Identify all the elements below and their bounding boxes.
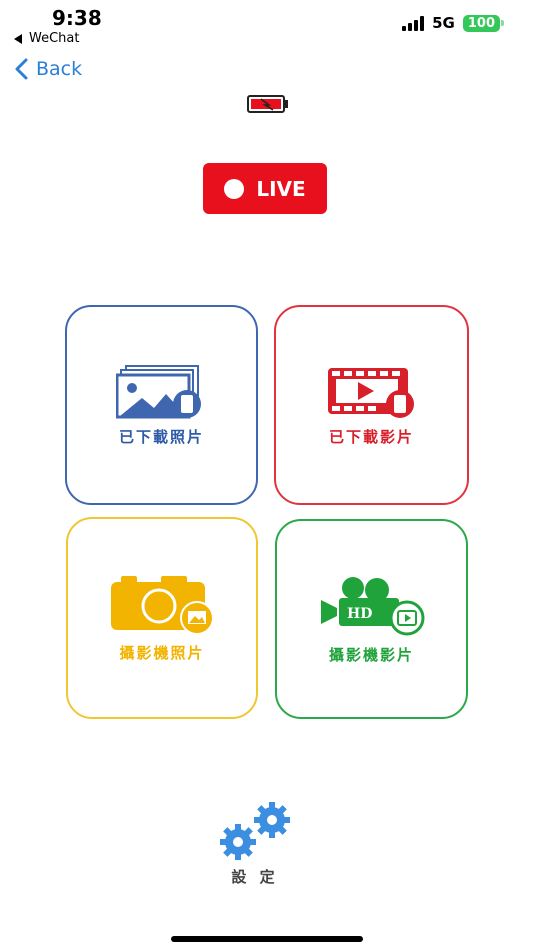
camera-videos-tile[interactable]: HD 攝影機影片 [275,519,468,719]
camera-videos-label: 攝影機影片 [328,645,414,664]
battery-level: 100 [462,14,505,32]
camera-photos-label: 攝影機照片 [119,643,205,662]
settings-button[interactable]: 設 定 [205,800,305,887]
status-indicators: 5G 100 [402,14,505,32]
settings-label: 設 定 [231,868,279,886]
photo-gallery-icon [115,364,201,418]
downloaded-videos-label: 已下載影片 [328,427,414,446]
live-label: LIVE [256,176,306,201]
camera-photos-tile[interactable]: 攝影機照片 [66,517,258,719]
network-type: 5G [432,14,455,32]
status-time: 9:38 [52,6,102,30]
home-indicator[interactable] [171,936,363,942]
device-battery-icon [247,95,288,113]
live-button[interactable]: LIVE [203,163,327,214]
downloaded-photos-tile[interactable]: 已下載照片 [65,305,258,505]
back-label: Back [36,58,83,80]
video-camera-hd-icon: HD [320,576,424,635]
svg-text:HD: HD [347,606,372,622]
gears-icon [220,802,290,860]
film-strip-play-icon [327,367,414,418]
chevron-left-icon [15,58,28,80]
back-app-label: WeChat [29,31,80,46]
back-button[interactable]: Back [14,58,82,80]
back-to-app[interactable]: WeChat [14,31,79,46]
record-dot-icon [224,178,245,199]
small-left-triangle-icon [14,33,22,44]
downloaded-videos-tile[interactable]: 已下載影片 [274,305,469,505]
cellular-signal-icon [402,15,425,31]
downloaded-photos-label: 已下載照片 [118,427,204,446]
camera-icon [111,575,214,635]
